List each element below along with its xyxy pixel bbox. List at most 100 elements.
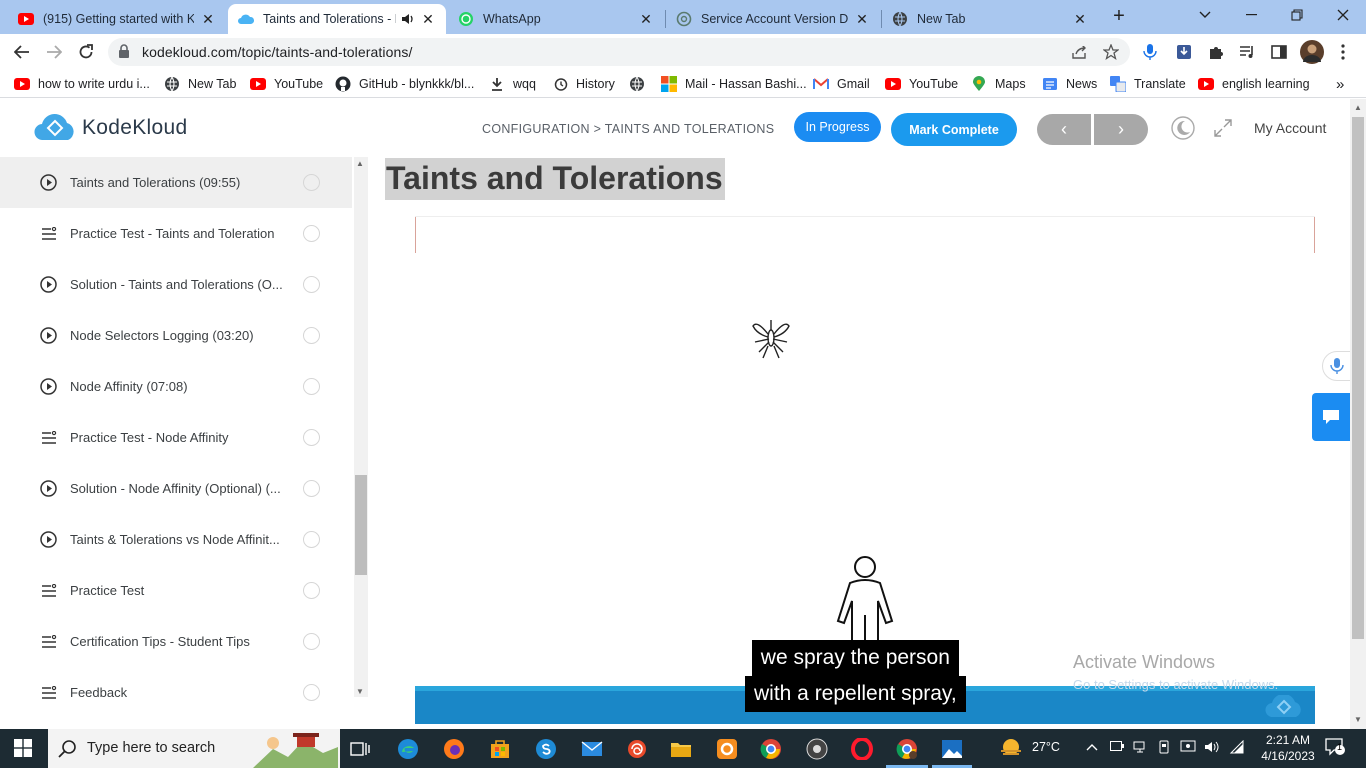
lesson-item[interactable]: Practice Test <box>0 565 352 616</box>
file-explorer-icon[interactable] <box>668 736 694 762</box>
bookmark-item[interactable]: History <box>552 75 615 93</box>
bookmark-item[interactable] <box>629 75 653 93</box>
chevron-up-icon[interactable] <box>1086 740 1098 754</box>
completion-status-circle[interactable] <box>303 582 320 599</box>
screen-icon[interactable] <box>1180 740 1196 757</box>
media-control-icon[interactable] <box>1237 42 1257 62</box>
address-bar[interactable]: kodekloud.com/topic/taints-and-toleratio… <box>108 38 1130 66</box>
back-button[interactable] <box>10 40 34 64</box>
close-icon[interactable]: ✕ <box>638 11 654 28</box>
completion-status-circle[interactable] <box>303 429 320 446</box>
reload-button[interactable] <box>74 40 98 64</box>
snail-app-icon[interactable] <box>624 736 650 762</box>
video-player[interactable]: Activate Windows Go to Settings to activ… <box>415 216 1315 724</box>
completion-status-circle[interactable] <box>303 633 320 650</box>
previous-lesson-button[interactable]: ‹ <box>1037 114 1091 145</box>
speaker-icon[interactable] <box>400 11 414 27</box>
completion-status-circle[interactable] <box>303 684 320 701</box>
bookmark-item[interactable]: New Tab <box>164 75 236 93</box>
bookmark-item[interactable]: Maps <box>971 75 1026 93</box>
menu-icon[interactable] <box>1333 42 1353 62</box>
completion-status-circle[interactable] <box>303 378 320 395</box>
windows-start-icon[interactable] <box>14 739 32 762</box>
tab-youtube[interactable]: (915) Getting started with Ku ✕ <box>8 4 226 34</box>
my-account-link[interactable]: My Account <box>1254 120 1326 136</box>
in-progress-button[interactable]: In Progress <box>794 112 881 142</box>
completion-status-circle[interactable] <box>303 531 320 548</box>
tab-new-tab[interactable]: New Tab ✕ <box>882 4 1098 34</box>
store-icon[interactable] <box>487 736 513 762</box>
close-icon[interactable]: ✕ <box>1072 11 1088 28</box>
weather-temperature[interactable]: 27°C <box>1032 740 1060 754</box>
chat-icon[interactable] <box>1312 393 1350 441</box>
tab-whatsapp[interactable]: WhatsApp ✕ <box>448 4 664 34</box>
lesson-item[interactable]: Practice Test - Node Affinity <box>0 412 352 463</box>
tab-service-account[interactable]: Service Account Version Diffe ✕ <box>666 4 880 34</box>
bookmark-item[interactable]: how to write urdu i... <box>14 75 150 93</box>
next-lesson-button[interactable]: › <box>1094 114 1148 145</box>
url-text[interactable]: kodekloud.com/topic/taints-and-toleratio… <box>142 44 412 60</box>
profile-avatar[interactable] <box>1300 40 1324 64</box>
bookmark-item[interactable]: Mail - Hassan Bashi... <box>661 75 807 93</box>
photos-icon[interactable] <box>939 736 965 762</box>
usb-icon[interactable] <box>1157 740 1171 757</box>
download-extension-icon[interactable] <box>1174 42 1194 62</box>
system-clock[interactable]: 2:21 AM 4/16/2023 <box>1258 732 1318 764</box>
sidebar-scrollbar[interactable] <box>354 157 368 697</box>
dark-mode-icon[interactable] <box>1171 116 1195 140</box>
weather-icon[interactable] <box>998 735 1024 762</box>
forward-button[interactable] <box>42 40 66 64</box>
share-icon[interactable] <box>1070 43 1088 61</box>
voice-mic-icon[interactable] <box>1322 351 1352 381</box>
bookmark-item[interactable]: GitHub - blynkkk/bl... <box>335 75 474 93</box>
new-tab-button[interactable]: + <box>1108 5 1130 27</box>
skype-icon[interactable] <box>533 736 559 762</box>
network-device-icon[interactable] <box>1133 740 1147 757</box>
obs-icon[interactable] <box>804 736 830 762</box>
lesson-item[interactable]: Taints & Tolerations vs Node Affinit... <box>0 514 352 565</box>
firefox-icon[interactable] <box>441 736 467 762</box>
bookmark-item[interactable]: english learning <box>1198 75 1310 93</box>
bookmark-item[interactable]: Gmail <box>813 75 870 93</box>
chrome-active-icon[interactable] <box>894 736 920 762</box>
side-panel-icon[interactable] <box>1269 42 1289 62</box>
edge-icon[interactable] <box>395 736 421 762</box>
close-window-button[interactable] <box>1320 0 1366 30</box>
close-icon[interactable]: ✕ <box>854 11 870 28</box>
puzzle-icon[interactable] <box>1206 42 1226 62</box>
lesson-item[interactable]: Node Affinity (07:08) <box>0 361 352 412</box>
scroll-up-icon[interactable]: ▲ <box>356 159 364 168</box>
sidebar-scrollbar-thumb[interactable] <box>355 475 367 575</box>
tab-search-button[interactable] <box>1182 0 1228 30</box>
mail-icon[interactable] <box>579 736 605 762</box>
battery-icon[interactable] <box>1110 740 1124 754</box>
bookmark-item[interactable]: YouTube <box>885 75 958 93</box>
completion-status-circle[interactable] <box>303 327 320 344</box>
lesson-item[interactable]: Practice Test - Taints and Toleration <box>0 208 352 259</box>
fullscreen-icon[interactable] <box>1211 116 1235 140</box>
lesson-item[interactable]: Node Selectors Logging (03:20) <box>0 310 352 361</box>
lock-icon[interactable] <box>118 44 130 64</box>
opera-icon[interactable] <box>849 736 875 762</box>
notification-icon[interactable]: 1 <box>1325 738 1345 759</box>
bookmark-item[interactable]: wqq <box>489 75 536 93</box>
scroll-down-icon[interactable]: ▼ <box>356 687 364 696</box>
task-view-icon[interactable] <box>347 736 373 762</box>
chrome-icon[interactable] <box>758 736 784 762</box>
lesson-item[interactable]: Taints and Tolerations (09:55) <box>0 157 352 208</box>
scroll-up-icon[interactable]: ▲ <box>1354 103 1362 112</box>
bookmark-item[interactable]: Translate <box>1110 75 1186 93</box>
completion-status-circle[interactable] <box>303 480 320 497</box>
kodekloud-logo[interactable]: KodeKloud <box>34 114 187 142</box>
scroll-down-icon[interactable]: ▼ <box>1354 715 1362 724</box>
mic-extension-icon[interactable] <box>1140 42 1160 62</box>
mark-complete-button[interactable]: Mark Complete <box>891 113 1017 146</box>
completion-status-circle[interactable] <box>303 174 320 191</box>
completion-status-circle[interactable] <box>303 225 320 242</box>
star-icon[interactable] <box>1102 43 1120 61</box>
close-icon[interactable]: ✕ <box>420 11 436 28</box>
lesson-item[interactable]: Solution - Node Affinity (Optional) (... <box>0 463 352 514</box>
minimize-button[interactable] <box>1228 0 1274 30</box>
lesson-item[interactable]: Solution - Taints and Tolerations (O... <box>0 259 352 310</box>
bookmark-item[interactable]: News <box>1042 75 1097 93</box>
